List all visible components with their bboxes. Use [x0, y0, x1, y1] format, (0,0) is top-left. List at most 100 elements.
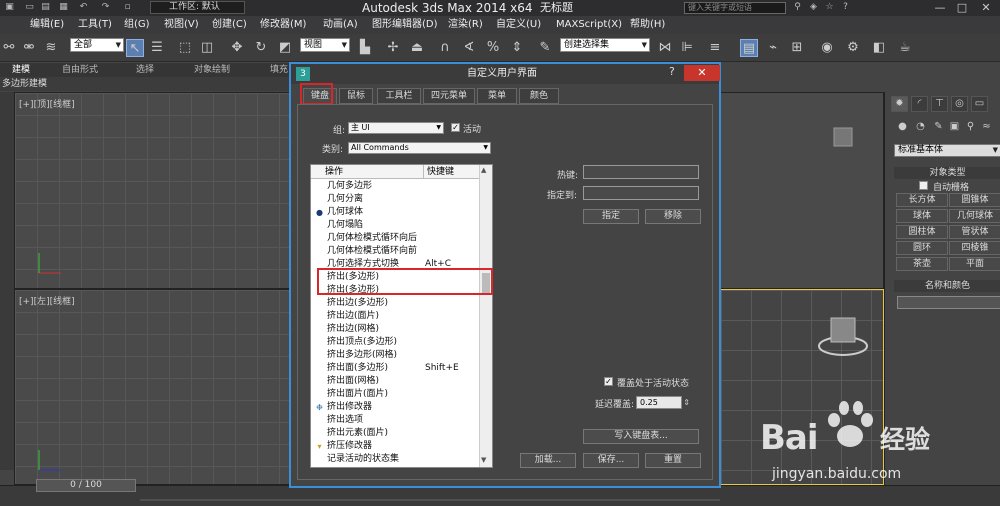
write-keyboard-chart-button[interactable]: 写入键盘表... — [583, 429, 699, 444]
scale-icon[interactable]: ◩ — [276, 39, 294, 57]
viewcube-icon[interactable] — [815, 308, 873, 362]
tab-colors[interactable]: 颜色 — [519, 88, 559, 104]
tube-button[interactable]: 管状体 — [949, 225, 1000, 239]
hierarchy-tab-icon[interactable]: ⊤ — [931, 96, 948, 112]
menu-edit[interactable]: 编辑(E) — [30, 16, 64, 34]
group-select[interactable]: 主 UI — [348, 122, 444, 134]
action-list[interactable]: 操作 快捷键 几何多边形 几何分离 ● 几何球体 几何塌陷 几何体检模式循环向后 几何体检模… — [310, 164, 493, 468]
help-button[interactable]: ? — [669, 65, 675, 78]
edit-named-selection-icon[interactable]: ✎ — [536, 39, 554, 57]
material-editor-icon[interactable]: ◉ — [818, 39, 836, 57]
ribbon-tab-freeform[interactable]: 自由形式 — [62, 63, 98, 77]
mirror-icon[interactable]: ⋈ — [656, 39, 674, 57]
tab-toolbars[interactable]: 工具栏 — [377, 88, 421, 104]
list-item[interactable]: 几何多边形 — [311, 180, 479, 193]
menu-animation[interactable]: 动画(A) — [323, 16, 358, 34]
menu-tools[interactable]: 工具(T) — [78, 16, 112, 34]
link-icon[interactable]: ⚯ — [0, 39, 18, 57]
bind-space-warp-icon[interactable]: ≋ — [42, 39, 60, 57]
menu-create[interactable]: 创建(C) — [212, 16, 247, 34]
autogrid-checkbox[interactable] — [919, 181, 928, 190]
lights-icon[interactable]: ✎ — [931, 119, 946, 134]
graphite-toolbar-icon[interactable]: ▤ — [740, 39, 758, 57]
selection-filter-select[interactable]: 全部 — [70, 38, 124, 52]
active-checkbox[interactable]: ✓ — [451, 123, 460, 132]
assign-button[interactable]: 指定 — [583, 209, 639, 224]
angle-snap-icon[interactable]: ∢ — [460, 39, 478, 57]
close-window-button[interactable]: ✕ — [978, 1, 994, 15]
star-icon[interactable]: ☆ — [824, 2, 835, 13]
viewport-top[interactable]: [+][顶][线框] — [14, 92, 290, 289]
workspace-select[interactable]: 工作区: 默认 — [150, 1, 245, 14]
list-item[interactable]: 挤出选项 — [311, 414, 479, 427]
menu-views[interactable]: 视图(V) — [164, 16, 199, 34]
curve-editor-icon[interactable]: ⌁ — [764, 39, 782, 57]
tab-mouse[interactable]: 鼠标 — [339, 88, 373, 104]
menu-group[interactable]: 组(G) — [124, 16, 150, 34]
geometry-icon[interactable]: ● — [895, 119, 910, 134]
list-item[interactable]: 挤出多边形(网格) — [311, 349, 479, 362]
display-tab-icon[interactable]: ▭ — [971, 96, 988, 112]
ribbon-tab-populate[interactable]: 填充 — [270, 63, 288, 77]
menu-rendering[interactable]: 渲染(R) — [448, 16, 483, 34]
snaps-toggle-icon[interactable]: ∩ — [436, 39, 454, 57]
new-file-icon[interactable]: ▭ — [24, 2, 35, 13]
search-icon[interactable]: ⚲ — [792, 2, 803, 13]
select-object-icon[interactable]: ↖ — [126, 39, 144, 57]
save-file-icon[interactable]: ▦ — [58, 2, 69, 13]
action-list-scrollbar[interactable]: ▲ ▼ — [479, 165, 492, 467]
undo-icon[interactable]: ↶ — [78, 2, 89, 13]
motion-tab-icon[interactable]: ◎ — [951, 96, 968, 112]
keyword-search-input[interactable]: 键入关键字或短语 — [684, 2, 786, 14]
maximize-button[interactable]: □ — [954, 1, 970, 15]
remove-button[interactable]: 移除 — [645, 209, 701, 224]
info-icon[interactable]: ? — [840, 2, 851, 13]
modify-tab-icon[interactable]: ◜ — [911, 96, 928, 112]
viewcube-icon[interactable] — [829, 123, 859, 153]
open-file-icon[interactable]: ▤ — [40, 2, 51, 13]
keyboard-shortcut-override-icon[interactable]: ⏏ — [408, 39, 426, 57]
load-button[interactable]: 加载... — [520, 453, 576, 468]
category-select[interactable]: All Commands — [348, 142, 491, 154]
sphere-button[interactable]: 球体 — [896, 209, 948, 223]
shortcut-column-header[interactable]: 快捷键 — [423, 165, 454, 179]
list-item[interactable]: 几何体检模式循环向后 — [311, 232, 479, 245]
list-item[interactable]: 挤出边(多边形) — [311, 297, 479, 310]
scroll-up-icon[interactable]: ▲ — [481, 166, 486, 174]
scroll-down-icon[interactable]: ▼ — [481, 456, 486, 464]
reference-coordinate-select[interactable]: 视图 — [300, 38, 350, 52]
menu-help[interactable]: 帮助(H) — [630, 16, 665, 34]
render-production-icon[interactable]: ☕ — [896, 39, 914, 57]
render-setup-icon[interactable]: ⚙ — [844, 39, 862, 57]
menu-customize[interactable]: 自定义(U) — [496, 16, 541, 34]
minimize-button[interactable]: — — [932, 1, 948, 15]
list-item[interactable]: 挤出面(多边形) Shift+E — [311, 362, 479, 375]
list-item[interactable]: 挤出边(网格) — [311, 323, 479, 336]
subscription-icon[interactable]: ◈ — [808, 2, 819, 13]
geosphere-button[interactable]: 几何球体 — [949, 209, 1000, 223]
unlink-icon[interactable]: ⚮ — [20, 39, 38, 57]
window-crossing-icon[interactable]: ◫ — [198, 39, 216, 57]
menu-modifiers[interactable]: 修改器(M) — [260, 16, 306, 34]
object-name-field[interactable] — [897, 296, 1000, 309]
ribbon-panel-label[interactable]: 多边形建模 — [2, 77, 47, 91]
ribbon-tab-selection[interactable]: 选择 — [136, 63, 154, 77]
select-by-name-icon[interactable]: ☰ — [148, 39, 166, 57]
override-checkbox[interactable]: ✓ — [604, 377, 613, 386]
viewport-left[interactable]: [+][左][线框] — [14, 289, 290, 485]
list-item[interactable]: 挤出面片(面片) — [311, 388, 479, 401]
viewport-left-label[interactable]: [+][左][线框] — [19, 294, 75, 307]
redo-icon[interactable]: ↷ — [100, 2, 111, 13]
delay-spinner[interactable]: 0.25 — [636, 396, 690, 409]
cylinder-button[interactable]: 圆柱体 — [896, 225, 948, 239]
ribbon-tab-object-paint[interactable]: 对象绘制 — [194, 63, 230, 77]
spacewarps-icon[interactable]: ≈ — [979, 119, 994, 134]
name-color-rollout[interactable]: 名称和颜色 — [894, 280, 1000, 292]
object-type-rollout[interactable]: 对象类型 — [894, 167, 1000, 179]
spinner-snap-icon[interactable]: ⇕ — [508, 39, 526, 57]
cameras-icon[interactable]: ▣ — [947, 119, 962, 134]
percent-snap-icon[interactable]: % — [484, 39, 502, 57]
dialog-close-button[interactable]: ✕ — [684, 65, 720, 81]
action-column-header[interactable]: 操作 — [325, 165, 343, 179]
cone-button[interactable]: 圆锥体 — [949, 193, 1000, 207]
